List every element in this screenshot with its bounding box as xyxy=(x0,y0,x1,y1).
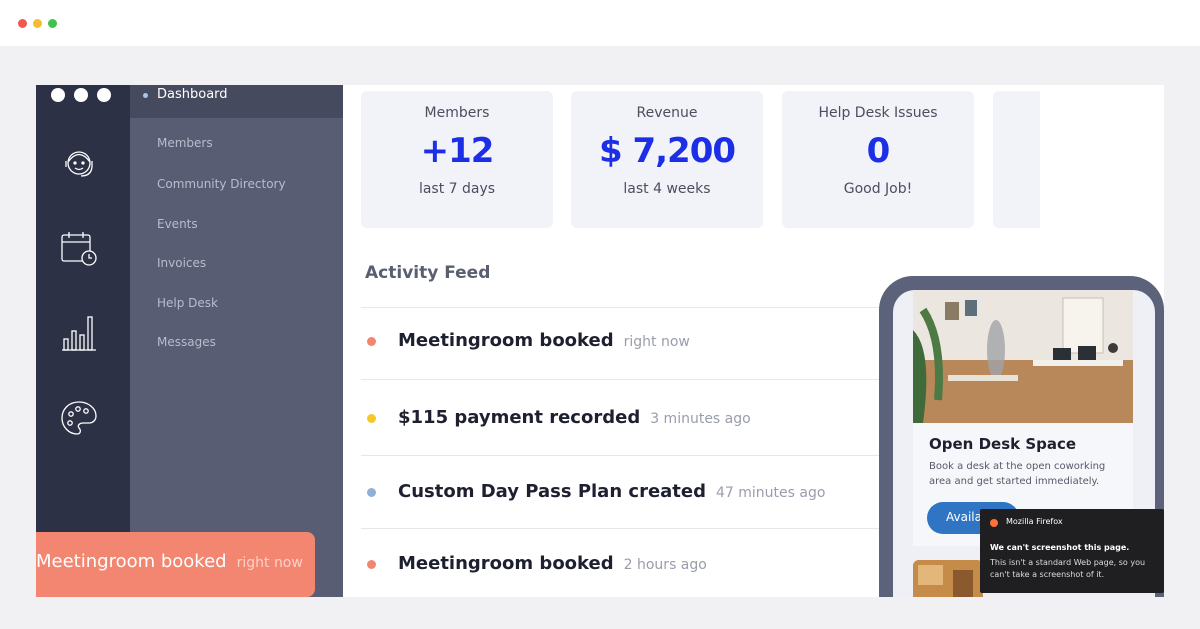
toast-message: Meetingroom booked xyxy=(36,551,227,572)
notice-app-name: Mozilla Firefox xyxy=(1006,517,1063,526)
status-dot xyxy=(367,488,376,497)
sidebar-item-members[interactable]: Members xyxy=(157,136,213,150)
close-window-dot[interactable] xyxy=(18,19,27,28)
stat-card-members[interactable]: Members +12 last 7 days xyxy=(361,91,553,228)
support-agent-icon[interactable] xyxy=(59,143,99,183)
stat-subtitle: Good Job! xyxy=(843,181,913,197)
feed-time: right now xyxy=(623,334,690,350)
feed-message: $115 payment recorded xyxy=(398,407,641,428)
sidebar-item-events[interactable]: Events xyxy=(157,217,198,231)
feed-time: 2 hours ago xyxy=(623,557,707,573)
window-dot xyxy=(51,88,65,102)
space-title: Open Desk Space xyxy=(929,435,1077,453)
stat-title: Help Desk Issues xyxy=(818,105,938,121)
icon-rail xyxy=(36,85,130,597)
sidebar-nav: Dashboard Members Community Directory Ev… xyxy=(130,85,343,597)
window-dot xyxy=(97,88,111,102)
notification-toast[interactable]: Meetingroom booked right now xyxy=(36,532,315,597)
sidebar-item-help-desk[interactable]: Help Desk xyxy=(157,296,218,310)
stat-subtitle: last 4 weeks xyxy=(623,181,711,197)
activity-feed-title: Activity Feed xyxy=(365,263,491,283)
window-dot xyxy=(74,88,88,102)
firefox-icon xyxy=(990,519,998,527)
space-description: Book a desk at the open coworking area a… xyxy=(929,461,1106,487)
stat-subtitle: last 7 days xyxy=(418,181,496,197)
bar-chart-icon[interactable] xyxy=(59,313,99,353)
stat-value: 0 xyxy=(866,131,891,171)
sidebar-item-label: Dashboard xyxy=(157,87,228,102)
sidebar-item-dashboard[interactable]: Dashboard xyxy=(130,85,343,118)
availability-label: Availa xyxy=(946,510,982,524)
notice-heading: We can't screenshot this page. xyxy=(990,543,1130,552)
feed-message: Meetingroom booked xyxy=(398,330,614,351)
feed-time: 47 minutes ago xyxy=(716,485,826,501)
stat-value: $ 7,200 xyxy=(598,131,736,171)
space-card[interactable]: Open Desk Space Book a desk at the open … xyxy=(913,290,1133,546)
browser-chrome xyxy=(0,0,1200,46)
active-bullet xyxy=(143,93,148,98)
app-window: Dashboard Members Community Directory Ev… xyxy=(36,85,1164,597)
maximize-window-dot[interactable] xyxy=(48,19,57,28)
calendar-clock-icon[interactable] xyxy=(59,229,99,269)
notice-body: This isn't a standard Web page, so you c… xyxy=(990,558,1146,579)
feed-message: Custom Day Pass Plan created xyxy=(398,481,707,502)
stat-value: +12 xyxy=(420,131,495,171)
sidebar-item-invoices[interactable]: Invoices xyxy=(157,256,206,270)
sidebar-item-community-directory[interactable]: Community Directory xyxy=(157,177,286,191)
stat-card-help-desk[interactable]: Help Desk Issues 0 Good Job! xyxy=(782,91,974,228)
status-dot xyxy=(367,337,376,346)
firefox-screenshot-notice: Mozilla Firefox We can't screenshot this… xyxy=(980,509,1164,593)
feed-time: 3 minutes ago xyxy=(650,411,751,427)
sidebar-item-messages[interactable]: Messages xyxy=(157,335,216,349)
toast-time: right now xyxy=(236,555,303,571)
feed-message: Meetingroom booked xyxy=(398,553,614,574)
second-space-photo xyxy=(913,560,983,597)
stat-card-revenue[interactable]: Revenue $ 7,200 last 4 weeks xyxy=(571,91,763,228)
palette-icon[interactable] xyxy=(59,398,99,438)
stat-title: Members xyxy=(424,105,490,121)
stat-title: Revenue xyxy=(636,105,698,121)
status-dot xyxy=(367,414,376,423)
office-photo xyxy=(913,290,1133,423)
minimize-window-dot[interactable] xyxy=(33,19,42,28)
status-dot xyxy=(367,560,376,569)
